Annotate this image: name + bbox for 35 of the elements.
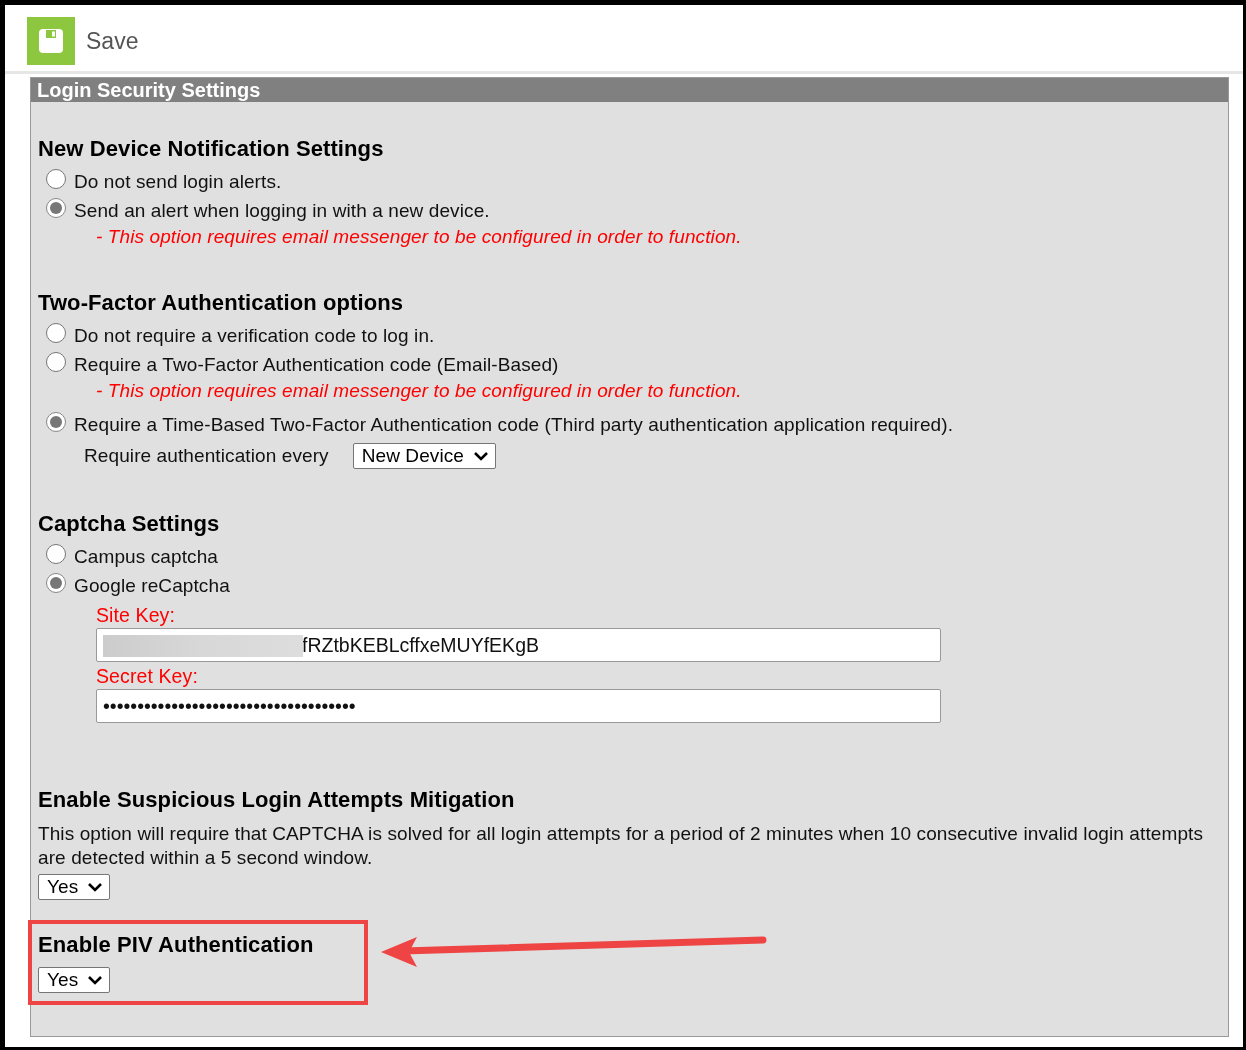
description: This option will require that CAPTCHA is solved for all login attempts for a period of 2 minutes when 10 consecutive invalid login attempts are detected within a 5 second window. xyxy=(38,822,1205,870)
section-heading: Enable PIV Authentication xyxy=(38,932,315,958)
radio-button[interactable] xyxy=(46,198,66,218)
dropdown[interactable]: Yes xyxy=(38,874,111,900)
chevron-down-icon xyxy=(473,449,490,462)
chevron-down-icon xyxy=(87,973,104,986)
radio-button[interactable] xyxy=(46,544,66,564)
option-label: Send an alert when logging in with a new device. xyxy=(74,200,490,222)
section-heading: Two-Factor Authentication options xyxy=(38,290,405,316)
option-label: Campus captcha xyxy=(74,546,218,568)
panel-title: Login Security Settings xyxy=(31,78,1228,102)
save-button[interactable]: Save xyxy=(27,17,139,65)
section-heading: New Device Notification Settings xyxy=(38,136,385,162)
radio-button[interactable] xyxy=(46,573,66,593)
field-label: Secret Key: xyxy=(96,665,199,688)
field-label: Site Key: xyxy=(96,604,176,627)
section-heading: Enable Suspicious Login Attempts Mitigation xyxy=(38,787,516,813)
section-heading: Captcha Settings xyxy=(38,511,221,537)
option-label: Do not send login alerts. xyxy=(74,171,282,193)
input-field[interactable]: ••••••••••••••••••••••••••••••••••••• xyxy=(96,689,941,723)
option-label: Require a Two-Factor Authentication code (Email-Based) xyxy=(74,354,559,376)
option-label: Google reCaptcha xyxy=(74,575,230,597)
option-label: Require a Time-Based Two-Factor Authentication code (Third party authentication application required). xyxy=(74,414,954,436)
chevron-down-icon xyxy=(87,880,104,893)
dropdown[interactable]: Yes xyxy=(38,967,111,993)
radio-button[interactable] xyxy=(46,412,66,432)
warning-note: - This option requires email messenger to be configured in order to function. xyxy=(96,380,743,402)
option-label: Do not require a verification code to log in. xyxy=(74,325,435,347)
radio-button[interactable] xyxy=(46,323,66,343)
radio-button[interactable] xyxy=(46,352,66,372)
field-label: Require authentication every xyxy=(84,445,329,467)
radio-button[interactable] xyxy=(46,169,66,189)
warning-note: - This option requires email messenger to be configured in order to function. xyxy=(96,226,743,248)
dropdown[interactable]: New Device xyxy=(352,443,497,469)
input-field[interactable]: fRZtbKEBLcffxeMUYfEKgB xyxy=(96,628,941,662)
